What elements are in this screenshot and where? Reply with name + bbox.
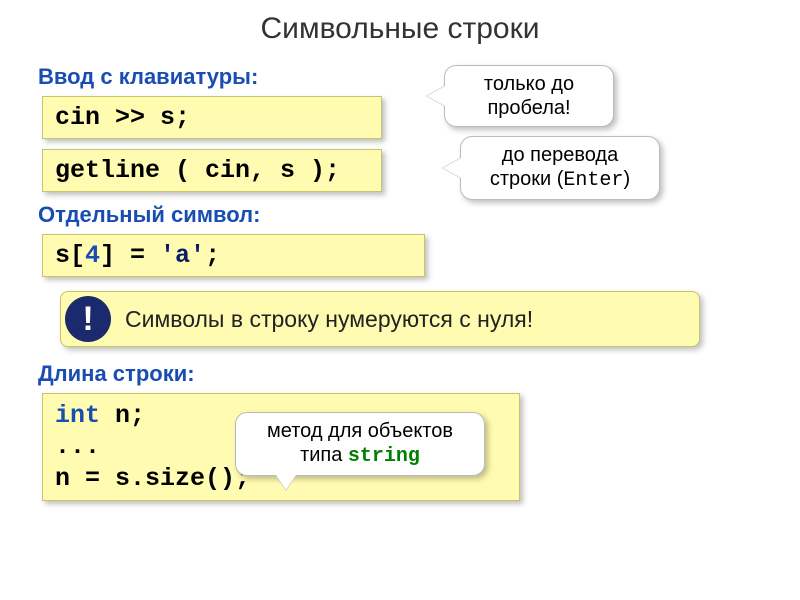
code-length-l3: n = s.size();: [55, 464, 250, 493]
section-length-label: Длина строки:: [38, 361, 800, 387]
exclamation-icon: !: [65, 296, 111, 342]
code-index: s[4] = 'a';: [42, 234, 425, 277]
callout-method-mono: string: [348, 445, 420, 468]
note-bar: ! Символы в строку нумеруются с нуля!: [60, 291, 700, 347]
code-length-l2: ...: [55, 432, 100, 461]
callout-tail-icon: [276, 475, 296, 490]
slide-title: Символьные строки: [0, 0, 800, 56]
section-single-label: Отдельный символ:: [38, 202, 800, 228]
code-index-num: 4: [85, 241, 100, 270]
note-text: Символы в строку нумеруются с нуля!: [125, 306, 533, 333]
callout-tail-icon: [443, 158, 461, 178]
code-length-keyword: int: [55, 401, 100, 430]
callout-enter-post: ): [623, 168, 630, 190]
section-input-label: Ввод с клавиатуры:: [38, 64, 800, 90]
callout-enter-mono: Enter: [563, 169, 623, 192]
callout-enter: до перевода строки (Enter): [460, 136, 660, 200]
code-length-l1: n;: [100, 401, 145, 430]
callout-space-text: только до пробела!: [484, 73, 574, 119]
callout-method: метод для объектов типа string: [235, 412, 485, 476]
callout-space: только до пробела!: [444, 65, 614, 127]
code-getline: getline ( cin, s );: [42, 149, 382, 192]
code-index-pre: s[: [55, 241, 85, 270]
code-cin: cin >> s;: [42, 96, 382, 139]
callout-tail-icon: [427, 86, 445, 106]
code-index-mid: ] =: [100, 241, 160, 270]
code-index-post: ;: [205, 241, 220, 270]
code-index-char: 'a': [160, 241, 205, 270]
